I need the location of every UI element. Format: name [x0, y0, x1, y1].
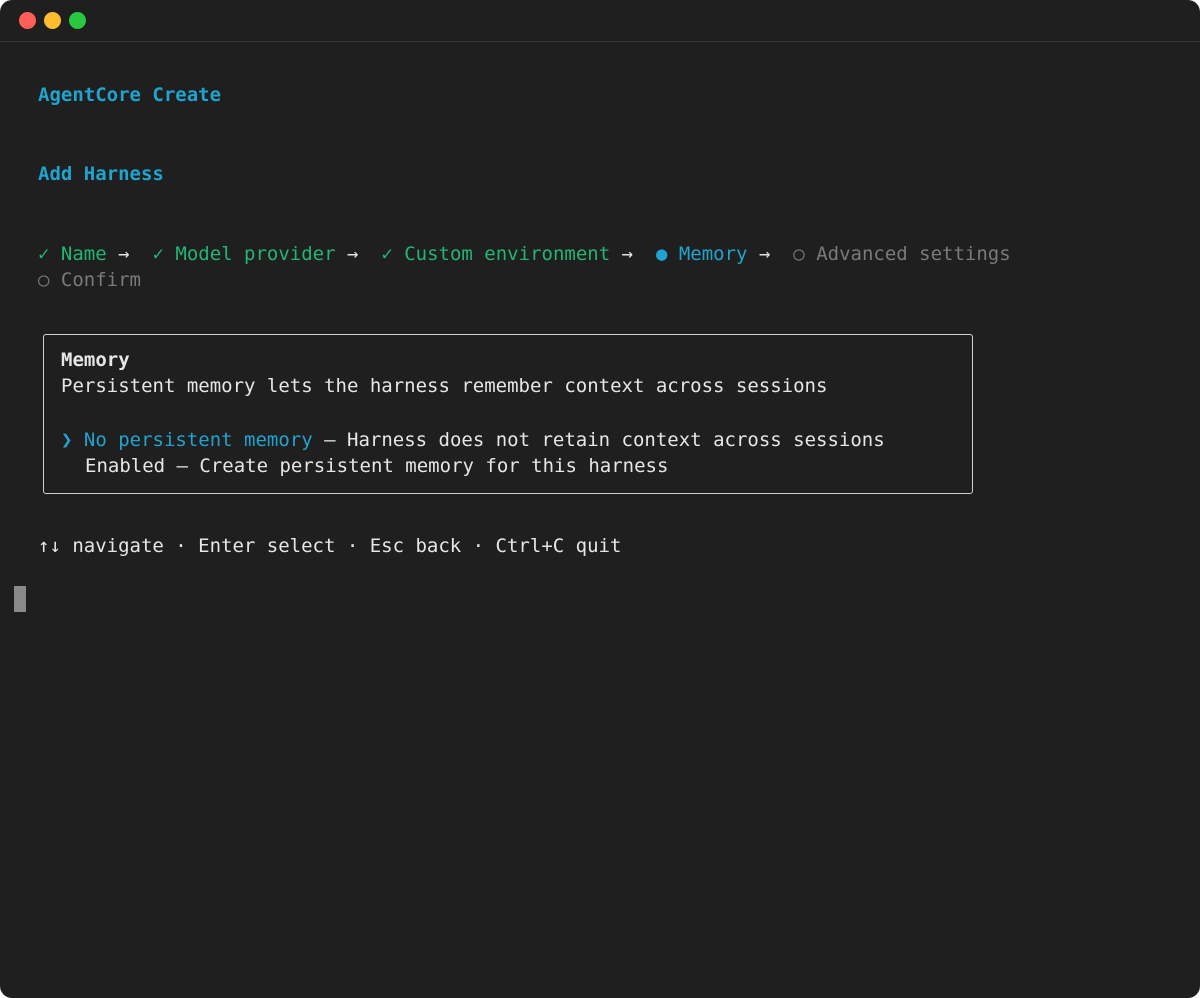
option-description: Create persistent memory for this harnes… [199, 455, 669, 477]
step-name: ✓ Name [38, 243, 107, 265]
step-label: Memory [678, 243, 748, 265]
app-title: AgentCore Create [38, 84, 222, 106]
current-step-dot-icon: ● [655, 243, 668, 265]
section-title: Add Harness [38, 163, 164, 185]
step-label: Name [60, 243, 107, 265]
close-window-button[interactable] [19, 12, 36, 29]
keyboard-help: ↑↓ navigate · Enter select · Esc back · … [38, 535, 622, 557]
arrow-icon: → [118, 243, 130, 265]
step-label: Model provider [175, 243, 336, 265]
option-label: No persistent memory [83, 429, 313, 451]
minimize-window-button[interactable] [44, 12, 61, 29]
step-label: Confirm [60, 269, 141, 291]
step-progress-row-1: ✓ Name → ✓ Model provider → ✓ Custom env… [38, 241, 1011, 267]
step-label: Advanced settings [816, 243, 1011, 265]
option-separator: — [165, 455, 200, 477]
option-enabled[interactable]: Enabled — Create persistent memory for t… [85, 453, 668, 479]
option-label: Enabled [85, 455, 166, 477]
terminal-cursor [14, 586, 26, 612]
option-separator: — [312, 429, 348, 451]
option-no-persistent-memory[interactable]: ❯ No persistent memory — Harness does no… [61, 427, 885, 453]
arrow-icon: → [621, 243, 634, 265]
step-progress-row-2: ○ Confirm [38, 267, 141, 293]
check-icon: ✓ [38, 243, 50, 265]
step-label: Custom environment [404, 243, 611, 265]
arrow-icon: → [758, 243, 771, 265]
pending-circle-icon: ○ [793, 243, 805, 265]
terminal-window: AgentCore Create Add Harness ✓ Name → ✓ … [0, 0, 1200, 998]
arrow-icon: → [346, 243, 359, 265]
check-icon: ✓ [152, 243, 164, 265]
panel-title: Memory [61, 349, 130, 371]
pending-circle-icon: ○ [38, 269, 50, 291]
step-advanced-settings: ○ Advanced settings [793, 243, 1010, 265]
pointer-chevron-icon: ❯ [61, 429, 73, 451]
option-description: Harness does not retain context across s… [347, 429, 885, 451]
check-icon: ✓ [381, 243, 393, 265]
step-model-provider: ✓ Model provider [152, 243, 335, 265]
step-confirm: ○ Confirm [38, 269, 141, 291]
step-custom-environment: ✓ Custom environment [381, 243, 610, 265]
zoom-window-button[interactable] [69, 12, 86, 29]
title-bar [0, 0, 1200, 42]
panel-description: Persistent memory lets the harness remem… [61, 375, 828, 397]
step-memory: ● Memory [656, 243, 748, 265]
